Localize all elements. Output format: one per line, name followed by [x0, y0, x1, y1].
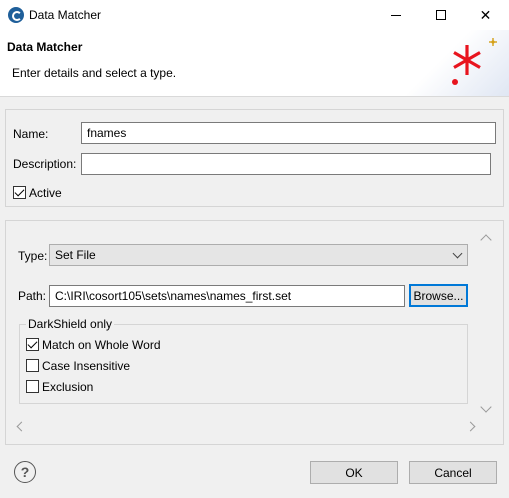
ok-button[interactable]: OK — [310, 461, 398, 484]
app-icon — [8, 7, 24, 23]
case-insensitive-label: Case Insensitive — [42, 359, 131, 373]
minimize-button[interactable] — [373, 0, 418, 30]
type-select[interactable]: Set File — [49, 244, 468, 266]
browse-button[interactable]: Browse... — [409, 284, 468, 307]
name-label: Name: — [13, 127, 49, 141]
path-input[interactable] — [49, 285, 405, 307]
dialog-banner: Data Matcher Enter details and select a … — [0, 30, 509, 97]
active-label: Active — [29, 186, 62, 200]
minimize-icon — [390, 14, 401, 16]
active-checkbox[interactable] — [13, 186, 26, 199]
exclusion-label: Exclusion — [42, 380, 94, 394]
darkshield-title: DarkShield only — [26, 317, 115, 331]
banner-title: Data Matcher — [7, 40, 83, 54]
description-label: Description: — [13, 157, 77, 171]
match-whole-word-label: Match on Whole Word — [42, 338, 161, 352]
window-title: Data Matcher — [29, 8, 102, 22]
help-icon[interactable]: ? — [14, 461, 36, 483]
chevron-down-icon — [452, 248, 463, 259]
maximize-icon — [435, 10, 446, 20]
name-input[interactable] — [81, 122, 496, 144]
path-label: Path: — [18, 289, 47, 303]
close-button[interactable]: ✕ — [463, 0, 508, 30]
red-asterisk-icon — [452, 38, 497, 85]
type-select-value: Set File — [55, 248, 96, 262]
description-input[interactable] — [81, 153, 491, 175]
maximize-button[interactable] — [418, 0, 463, 30]
case-insensitive-checkbox[interactable] — [26, 359, 39, 372]
close-icon: ✕ — [479, 6, 492, 23]
cancel-button[interactable]: Cancel — [409, 461, 497, 484]
exclusion-checkbox[interactable] — [26, 380, 39, 393]
match-whole-word-checkbox[interactable] — [26, 338, 39, 351]
type-label: Type: — [18, 249, 48, 263]
title-bar: Data Matcher ✕ — [0, 0, 509, 30]
banner-message: Enter details and select a type. — [12, 66, 177, 80]
